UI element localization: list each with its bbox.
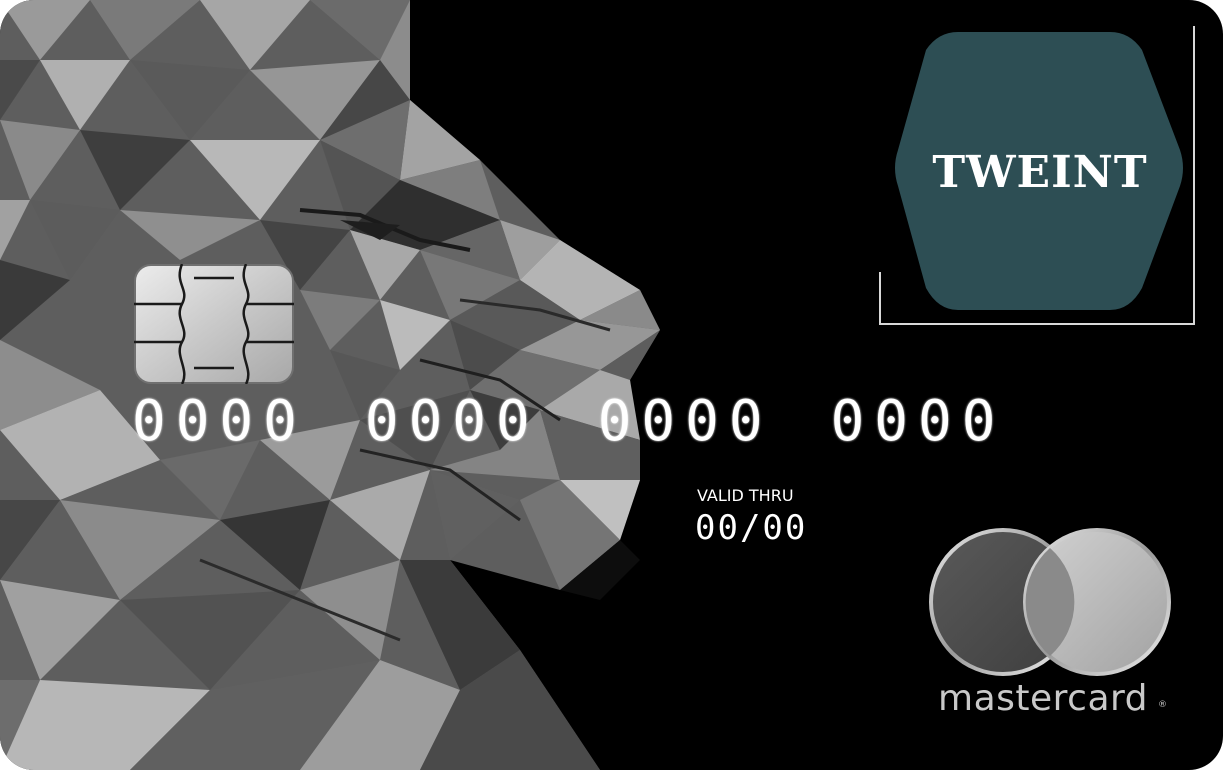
network-name: mastercard	[938, 678, 1149, 719]
credit-card: 0000 0000 0000 0000 VALID THRU 00/00 TWE…	[0, 0, 1223, 770]
valid-thru-value: 00/00	[695, 508, 808, 548]
card-number-group-2: 0000	[364, 389, 540, 454]
valid-thru-label: VALID THRU	[697, 486, 794, 505]
issuer-name: TWEINT	[932, 147, 1148, 198]
card-number: 0000 0000 0000 0000	[132, 386, 1005, 458]
network-mark: ®	[1158, 700, 1167, 710]
mastercard-circles-icon	[929, 528, 1171, 676]
card-number-group-3: 0000	[597, 389, 773, 454]
card-number-group-4: 0000	[830, 389, 1006, 454]
emv-chip-icon	[134, 264, 294, 384]
card-number-group-1: 0000	[132, 389, 307, 454]
lion-art-icon	[0, 0, 660, 770]
